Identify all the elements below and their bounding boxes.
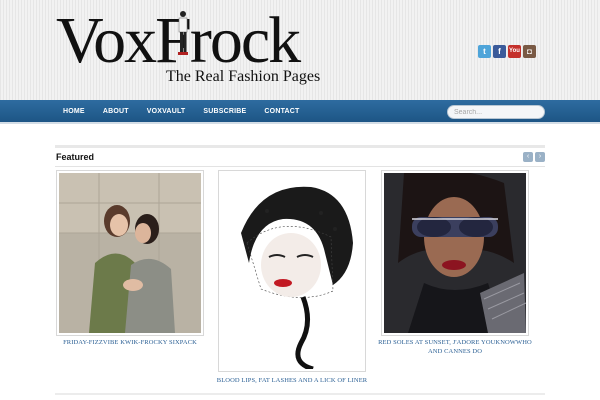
- featured-post-image-1[interactable]: [56, 170, 204, 336]
- nav-home[interactable]: HOME: [54, 100, 94, 124]
- slider-prev-button[interactable]: ‹: [523, 152, 533, 162]
- section-bottom-divider: [55, 393, 545, 395]
- slider-next-button[interactable]: ›: [535, 152, 545, 162]
- featured-post-image-3[interactable]: [381, 170, 529, 336]
- featured-post-image-2[interactable]: [218, 170, 366, 372]
- social-icons: t f You ◘: [478, 45, 536, 58]
- logo-tagline: The Real Fashion Pages: [166, 68, 321, 85]
- section-divider: [55, 145, 545, 148]
- site-logo[interactable]: VoxFrock The Real Fashion Pages: [56, 8, 331, 90]
- logo-figure-icon: [178, 11, 188, 55]
- site-header: VoxFrock The Real Fashion Pages t f You …: [0, 0, 600, 100]
- facebook-icon[interactable]: f: [493, 45, 506, 58]
- featured-divider: [55, 166, 545, 167]
- nav-voxvault[interactable]: VOXVAULT: [138, 100, 195, 124]
- instagram-icon[interactable]: ◘: [523, 45, 536, 58]
- nav-contact[interactable]: CONTACT: [255, 100, 308, 124]
- illustration-veiled-woman-image: [221, 173, 363, 369]
- featured-post-caption-2[interactable]: BLOOD LIPS, FAT LASHES AND A LICK OF LIN…: [212, 376, 372, 385]
- photo-woman-sunglasses-image: [384, 173, 526, 333]
- nav-about[interactable]: ABOUT: [94, 100, 138, 124]
- twitter-icon[interactable]: t: [478, 45, 491, 58]
- youtube-icon[interactable]: You: [508, 45, 521, 58]
- nav-subscribe[interactable]: SUBSCRIBE: [194, 100, 255, 124]
- featured-heading: Featured: [56, 152, 95, 162]
- search-input[interactable]: [447, 105, 545, 119]
- featured-post-caption-3[interactable]: RED SOLES AT SUNSET, J'ADORE YOUKNOWWHO …: [376, 338, 534, 356]
- featured-post-caption-1[interactable]: FRIDAY-FIZZVIBE KWIK-FROCKY SIXPACK: [56, 338, 204, 347]
- main-nav: HOME ABOUT VOXVAULT SUBSCRIBE CONTACT: [54, 100, 309, 124]
- photo-two-women-image: [59, 173, 201, 333]
